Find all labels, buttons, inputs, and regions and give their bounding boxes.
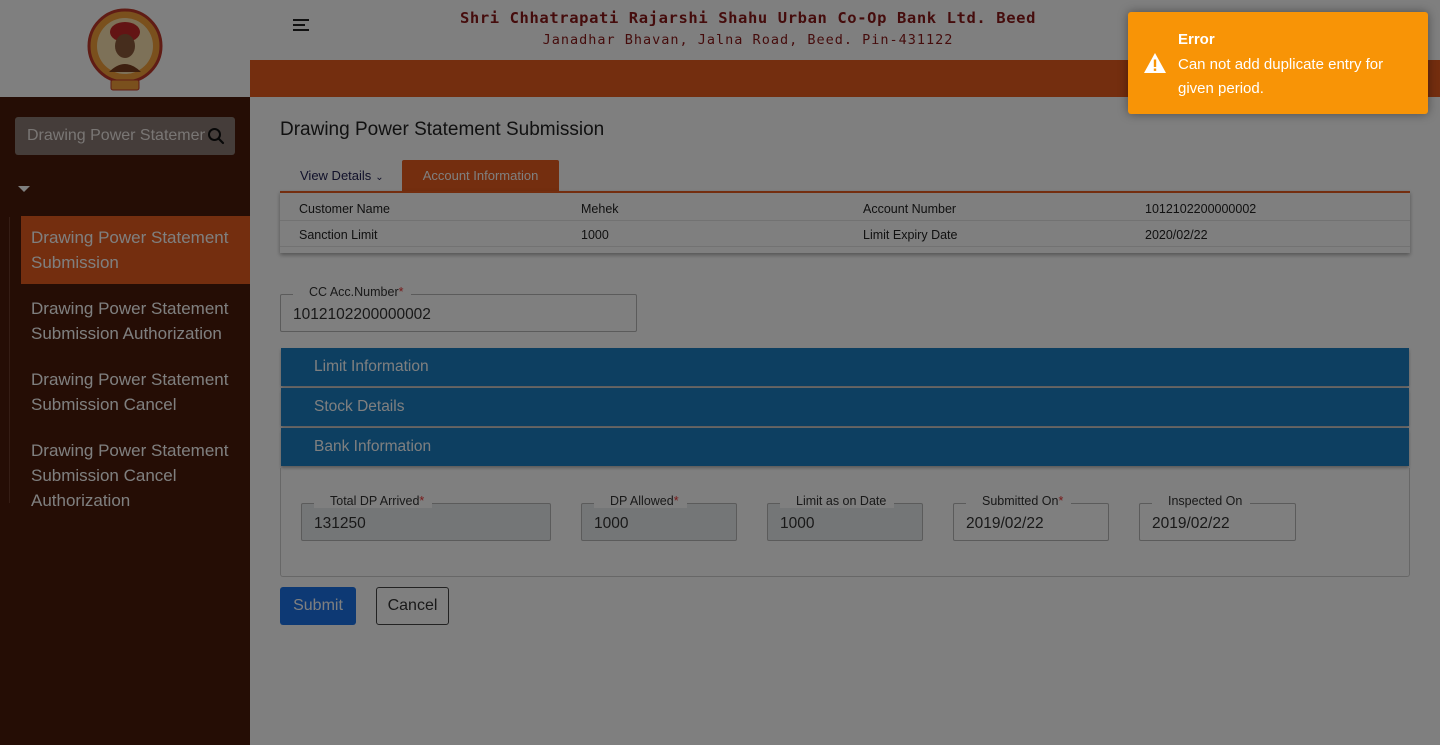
error-toast[interactable]: Error Can not add duplicate entry for gi… xyxy=(1128,12,1428,114)
toast-message: Can not add duplicate entry for given pe… xyxy=(1178,56,1384,97)
warning-icon xyxy=(1144,53,1166,73)
toast-title: Error xyxy=(1178,31,1215,48)
